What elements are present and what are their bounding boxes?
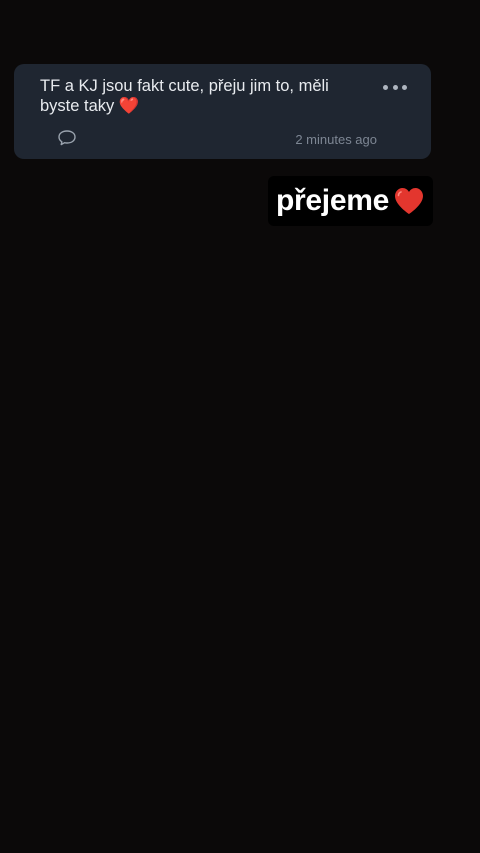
post-text: TF a KJ jsou fakt cute, přeju jim to, mě…: [40, 76, 360, 116]
post-timestamp: 2 minutes ago: [295, 132, 377, 147]
more-dot: [392, 84, 398, 90]
heart-icon: [394, 188, 423, 214]
comment-button[interactable]: [57, 129, 77, 147]
story-text-sticker[interactable]: přejeme: [268, 176, 433, 226]
sticker-text: přejeme: [276, 184, 389, 217]
more-options-button[interactable]: [383, 80, 407, 94]
more-dot: [402, 84, 407, 90]
more-dot: [383, 84, 388, 90]
post-card: TF a KJ jsou fakt cute, přeju jim to, mě…: [14, 64, 431, 159]
heart-emoji: ❤️: [118, 97, 140, 115]
post-text-body: TF a KJ jsou fakt cute, přeju jim to, mě…: [40, 77, 329, 115]
comment-icon: [58, 130, 76, 146]
